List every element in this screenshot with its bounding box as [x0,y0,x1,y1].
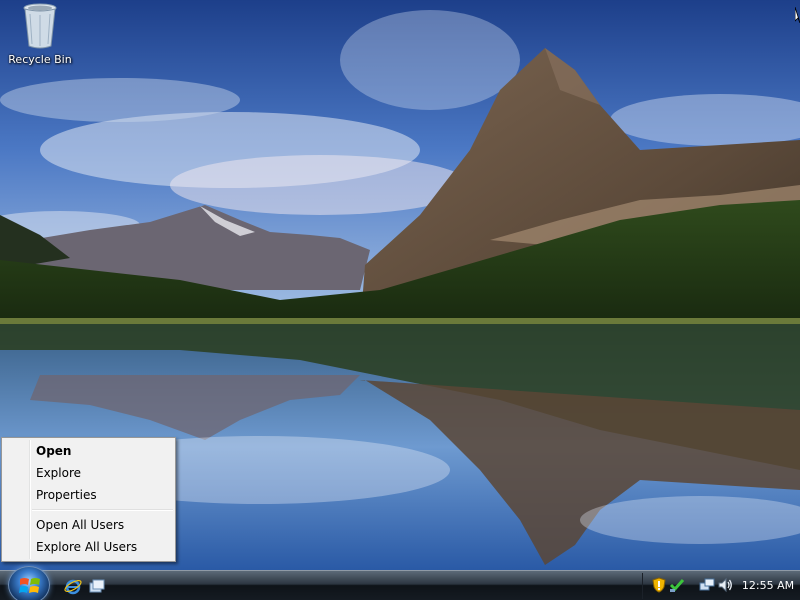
network-icon[interactable] [699,577,715,593]
system-clock[interactable]: 12:55 AM [739,573,797,599]
taskbar: 12:55 AM [0,566,800,600]
start-button[interactable] [8,566,50,600]
network-check-icon[interactable] [669,577,685,593]
menu-item-explore-all-users[interactable]: Explore All Users [2,536,175,558]
desktop[interactable]: Recycle Bin Open Explore Properties Open… [0,0,800,570]
mouse-pointer-icon [795,7,800,23]
menu-item-explore[interactable]: Explore [2,462,175,484]
recycle-bin-icon [23,3,57,49]
recycle-bin-label: Recycle Bin [8,53,72,66]
recycle-bin-desktop-icon[interactable]: Recycle Bin [4,2,76,72]
menu-item-open-all-users[interactable]: Open All Users [2,514,175,536]
menu-item-properties[interactable]: Properties [2,484,175,506]
windows-security-shield-icon[interactable] [651,577,667,593]
switch-windows-icon[interactable] [88,577,106,595]
windows-logo-icon [19,578,40,593]
context-menu: Open Explore Properties Open All Users E… [1,437,176,562]
menu-item-open[interactable]: Open [2,440,175,462]
menu-separator [32,506,173,514]
internet-explorer-icon[interactable] [64,577,82,595]
notification-area: 12:55 AM [642,573,798,599]
volume-icon[interactable] [717,577,733,593]
